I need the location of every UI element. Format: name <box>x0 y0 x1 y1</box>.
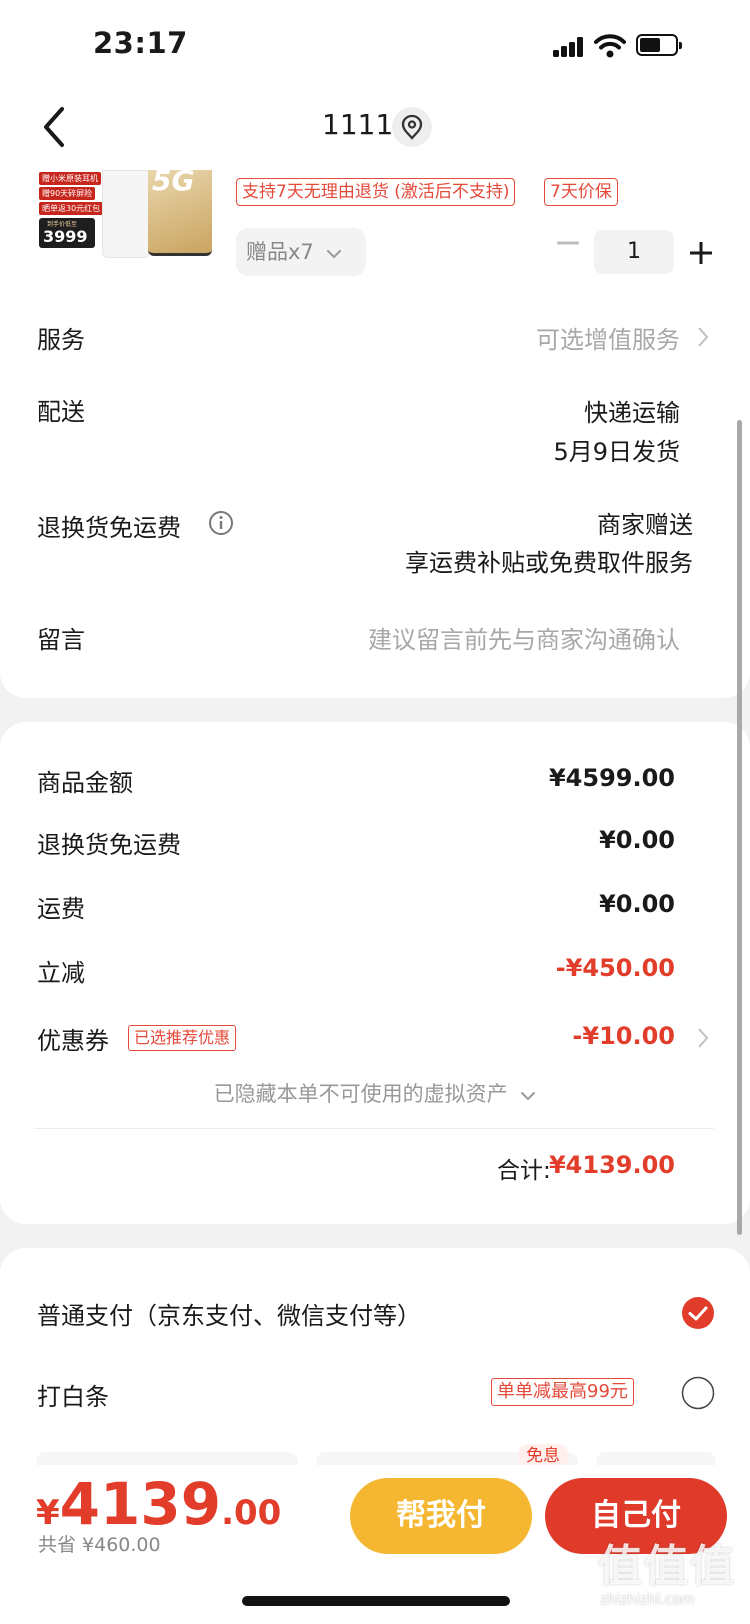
watermark-logo: 值值值 <box>598 1541 736 1592</box>
coupon-label: 优惠券 <box>37 1027 109 1055</box>
final-price-int: 4139 <box>59 1470 222 1538</box>
back-chevron-icon[interactable] <box>40 103 70 151</box>
delivery-label: 配送 <box>37 398 85 426</box>
price-protect-tag: 7天价保 <box>544 178 618 206</box>
selected-check-icon[interactable] <box>681 1296 715 1330</box>
delivery-method[interactable]: 快递运输 <box>584 393 680 428</box>
goods-amount-value: ¥4599.00 <box>548 764 675 792</box>
payment-normal-label[interactable]: 普通支付（京东支付、微信支付等） <box>37 1296 421 1331</box>
location-pin-icon[interactable] <box>392 107 432 147</box>
message-label: 留言 <box>37 626 85 654</box>
return-fee-value: ¥0.00 <box>599 826 675 854</box>
home-indicator <box>242 1596 510 1606</box>
saved-amount: 共省 ¥460.00 <box>38 1534 161 1556</box>
page-title: 1111 <box>322 108 394 141</box>
chevron-down-icon <box>327 250 342 259</box>
return-freight-desc: 享运费补贴或免费取件服务 <box>405 549 693 577</box>
wifi-icon <box>594 34 626 58</box>
baitiao-tag: 单单减最高99元 <box>491 1378 634 1406</box>
return-fee-label: 退换货免运费 <box>37 831 181 859</box>
goods-amount-label: 商品金额 <box>37 769 133 797</box>
chevron-down-icon <box>521 1092 536 1101</box>
total-value: ¥4139.00 <box>548 1151 675 1179</box>
quantity-field[interactable]: 1 <box>594 230 674 274</box>
discount-value: -¥450.00 <box>555 954 675 982</box>
hidden-assets-toggle[interactable]: 已隐藏本单不可使用的虚拟资产 <box>0 1078 750 1108</box>
service-value[interactable]: 可选增值服务 <box>536 320 680 355</box>
payment-method-card <box>0 1248 750 1478</box>
product-thumbnail[interactable]: 赠小米原装耳机 赠90天碎屏险 晒单返30元红包 到手价低至 3999 5G <box>36 170 214 260</box>
gift-tag: 晒单返30元红包 <box>39 202 104 215</box>
service-label: 服务 <box>37 326 85 354</box>
info-icon[interactable] <box>208 510 234 536</box>
radio-unselected-icon[interactable] <box>681 1376 715 1410</box>
watermark-url: zhizhizhi.com <box>600 1592 695 1608</box>
minus-icon[interactable] <box>555 240 581 246</box>
gift-dropdown[interactable]: 赠品x7 <box>236 228 366 276</box>
thumb-5g-badge: 5G <box>152 170 195 197</box>
shipping-value: ¥0.00 <box>599 890 675 918</box>
gift-tag: 赠90天碎屏险 <box>39 187 96 200</box>
return-policy-tag: 支持7天无理由退货 (激活后不支持) <box>236 178 516 206</box>
delivery-date: 5月9日发货 <box>553 438 680 466</box>
divider <box>34 1128 714 1129</box>
return-freight-value: 商家赠送 <box>597 511 693 539</box>
final-price: ¥4139.00 <box>36 1470 281 1538</box>
return-freight-label: 退换货免运费 <box>37 514 181 542</box>
thumb-price: 3999 <box>43 227 88 246</box>
plus-icon[interactable] <box>688 240 714 266</box>
gift-dropdown-label: 赠品x7 <box>246 240 314 264</box>
baitiao-label[interactable]: 打白条 <box>37 1377 109 1412</box>
battery-icon <box>636 34 682 56</box>
currency-symbol: ¥ <box>36 1493 60 1533</box>
chevron-right-icon[interactable] <box>697 326 709 348</box>
gift-tag: 赠小米原装耳机 <box>39 172 101 185</box>
total-label: 合计: <box>497 1158 551 1184</box>
shipping-label: 运费 <box>37 895 85 923</box>
discount-label: 立减 <box>37 959 85 987</box>
signal-icon <box>553 37 583 57</box>
message-input[interactable]: 建议留言前先与商家沟通确认 <box>368 620 680 655</box>
chevron-right-icon[interactable] <box>697 1027 709 1049</box>
help-pay-button[interactable]: 帮我付 <box>350 1478 532 1554</box>
final-price-dec: .00 <box>221 1493 282 1533</box>
coupon-tag: 已选推荐优惠 <box>128 1025 237 1051</box>
hidden-assets-text: 已隐藏本单不可使用的虚拟资产 <box>213 1082 508 1106</box>
status-time: 23:17 <box>93 26 188 60</box>
coupon-value[interactable]: -¥10.00 <box>572 1022 675 1050</box>
scrollbar[interactable] <box>737 420 742 1235</box>
